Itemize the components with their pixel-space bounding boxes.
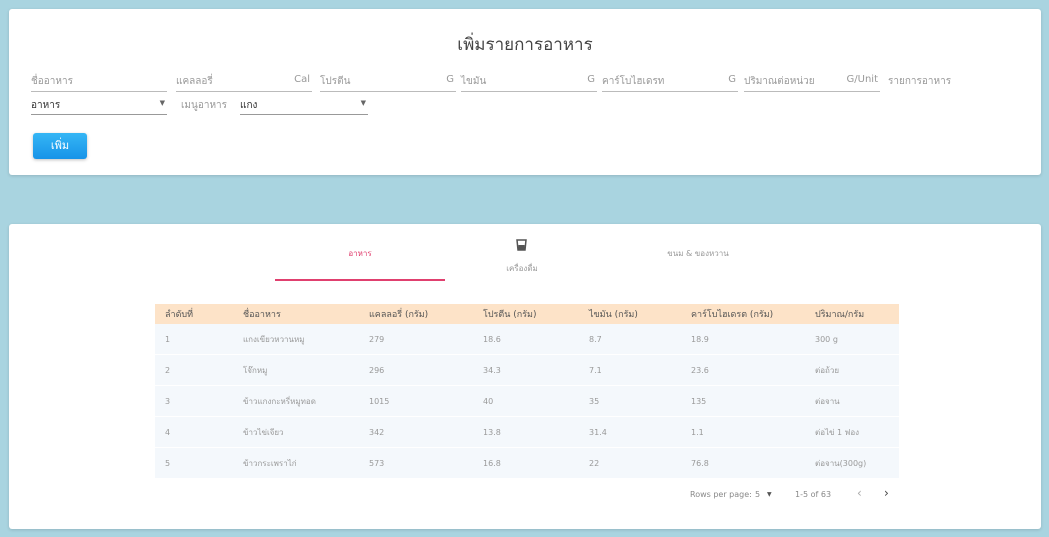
col-header[interactable]: แคลลอรี่ (กรัม) [359,304,473,324]
table-cell: 135 [681,385,805,417]
protein-unit: G [446,74,454,85]
tab-desserts-label: ขนม & ของหวาน [667,249,729,258]
table-cell: 34.3 [473,354,579,386]
col-header[interactable]: ชื่ออาหาร [233,304,359,324]
table-cell: 1 [155,324,233,355]
table-cell: 296 [359,354,473,386]
table-cell: ต่อจาน(300g) [805,447,899,479]
table-cell: 35 [579,385,681,417]
table-cell: 300 g [805,324,899,355]
table-row[interactable]: 1 แกงเขียวหวานหมู 279 18.6 8.7 18.9 300 … [155,324,899,355]
food-name-label: ชื่ออาหาร [31,76,73,87]
per-unit-unit: G/Unit [846,74,878,85]
chevron-left-icon[interactable]: ‹ [857,486,862,500]
pagination-range: 1-5 of 63 [795,490,832,499]
protein-field[interactable]: โปรตีน G [320,71,456,92]
table-cell: 16.8 [473,447,579,479]
tab-food-label: อาหาร [348,249,372,258]
per-unit-label: ปริมาณต่อหน่วย [744,76,815,87]
table-row[interactable]: 3 ข้าวแกงกะหรี่หมูทอด 1015 40 35 135 ต่อ… [155,385,899,417]
calorie-unit: Cal [294,74,310,85]
table-cell: 8.7 [579,324,681,355]
table-cell: 7.1 [579,354,681,386]
chevron-down-icon: ▼ [767,491,772,498]
add-food-card: เพิ่มรายการอาหาร ชื่ออาหาร แคลลอรี่ Cal … [9,9,1041,175]
carbohydrate-label: คาร์โบไฮเดรท [602,76,665,87]
chevron-down-icon: ▼ [159,99,165,107]
col-header[interactable]: ลำดับที่ [155,304,233,324]
category-select[interactable]: อาหาร ▼ [31,94,167,115]
calorie-label: แคลลอรี่ [176,76,213,87]
table-cell: 1.1 [681,416,805,448]
menu-select[interactable]: แกง ▼ [240,94,368,115]
table-cell: ต่อไข่ 1 ฟอง [805,416,899,448]
col-header[interactable]: ปริมาณ/กรัม [805,304,899,324]
chevron-down-icon: ▼ [360,99,366,107]
table-cell: 76.8 [681,447,805,479]
calorie-field[interactable]: แคลลอรี่ Cal [176,71,312,92]
col-header[interactable]: คาร์โบไฮเดรต (กรัม) [681,304,805,324]
table-header-row: ลำดับที่ ชื่ออาหาร แคลลอรี่ (กรัม) โปรตี… [155,304,899,324]
table-cell: 5 [155,447,233,479]
add-button[interactable]: เพิ่ม [33,133,87,159]
table-cell: 13.8 [473,416,579,448]
carbohydrate-unit: G [728,74,736,85]
table-cell: 18.9 [681,324,805,355]
table-cell: 573 [359,447,473,479]
table-cell: 31.4 [579,416,681,448]
rows-per-page-select[interactable]: 5 ▼ [755,486,779,502]
table-cell: 23.6 [681,354,805,386]
per-unit-field[interactable]: ปริมาณต่อหน่วย G/Unit [744,71,880,92]
tab-drinks[interactable]: เครื่องดื่ม [452,224,592,282]
table-row[interactable]: 4 ข้าวไข่เจียว 342 13.8 31.4 1.1 ต่อไข่ … [155,416,899,448]
table-cell: 4 [155,416,233,448]
fat-label: ไขมัน [461,76,487,87]
table-cell: ต่อถ้วย [805,354,899,386]
food-name-field[interactable]: ชื่ออาหาร [31,71,167,92]
table-row[interactable]: 2 โจ๊กหมู 296 34.3 7.1 23.6 ต่อถ้วย [155,354,899,386]
food-table: ลำดับที่ ชื่ออาหาร แคลลอรี่ (กรัม) โปรตี… [155,304,899,479]
category-value: อาหาร [31,100,61,111]
table-cell: 279 [359,324,473,355]
table-cell: 40 [473,385,579,417]
table-cell: 18.6 [473,324,579,355]
table-cell: ข้าวกระเพราไก่ [233,447,359,479]
menu-label: เมนูอาหาร [181,100,228,111]
table-cell: โจ๊กหมู [233,354,359,386]
form-title: เพิ่มรายการอาหาร [457,35,593,55]
carbohydrate-field[interactable]: คาร์โบไฮเดรท G [602,71,738,92]
col-header[interactable]: ไขมัน (กรัม) [579,304,681,324]
fat-field[interactable]: ไขมัน G [461,71,597,92]
active-tab-indicator [275,279,445,281]
protein-label: โปรตีน [320,76,351,87]
food-table-card: อาหาร เครื่องดื่ม ขนม & ของหวาน ลำดับที่… [9,224,1041,529]
cup-icon [516,239,527,251]
table-cell: ข้าวไข่เจียว [233,416,359,448]
table-cell: 342 [359,416,473,448]
table-cell: 3 [155,385,233,417]
table-cell: ข้าวแกงกะหรี่หมูทอด [233,385,359,417]
chevron-right-icon[interactable]: › [884,486,889,500]
tab-food[interactable]: อาหาร [275,224,445,282]
table-cell: ต่อจาน [805,385,899,417]
rows-per-page-label: Rows per page: [690,490,752,499]
tab-drinks-label: เครื่องดื่ม [506,264,538,273]
col-header[interactable]: โปรตีน (กรัม) [473,304,579,324]
fat-unit: G [587,74,595,85]
table-row[interactable]: 5 ข้าวกระเพราไก่ 573 16.8 22 76.8 ต่อจาน… [155,447,899,479]
table-cell: 1015 [359,385,473,417]
table-cell: 22 [579,447,681,479]
tab-desserts[interactable]: ขนม & ของหวาน [623,224,773,282]
table-cell: 2 [155,354,233,386]
rows-per-page-value: 5 [755,490,761,499]
menu-value: แกง [240,100,258,111]
table-cell: แกงเขียวหวานหมู [233,324,359,355]
food-list-label: รายการอาหาร [888,76,952,87]
